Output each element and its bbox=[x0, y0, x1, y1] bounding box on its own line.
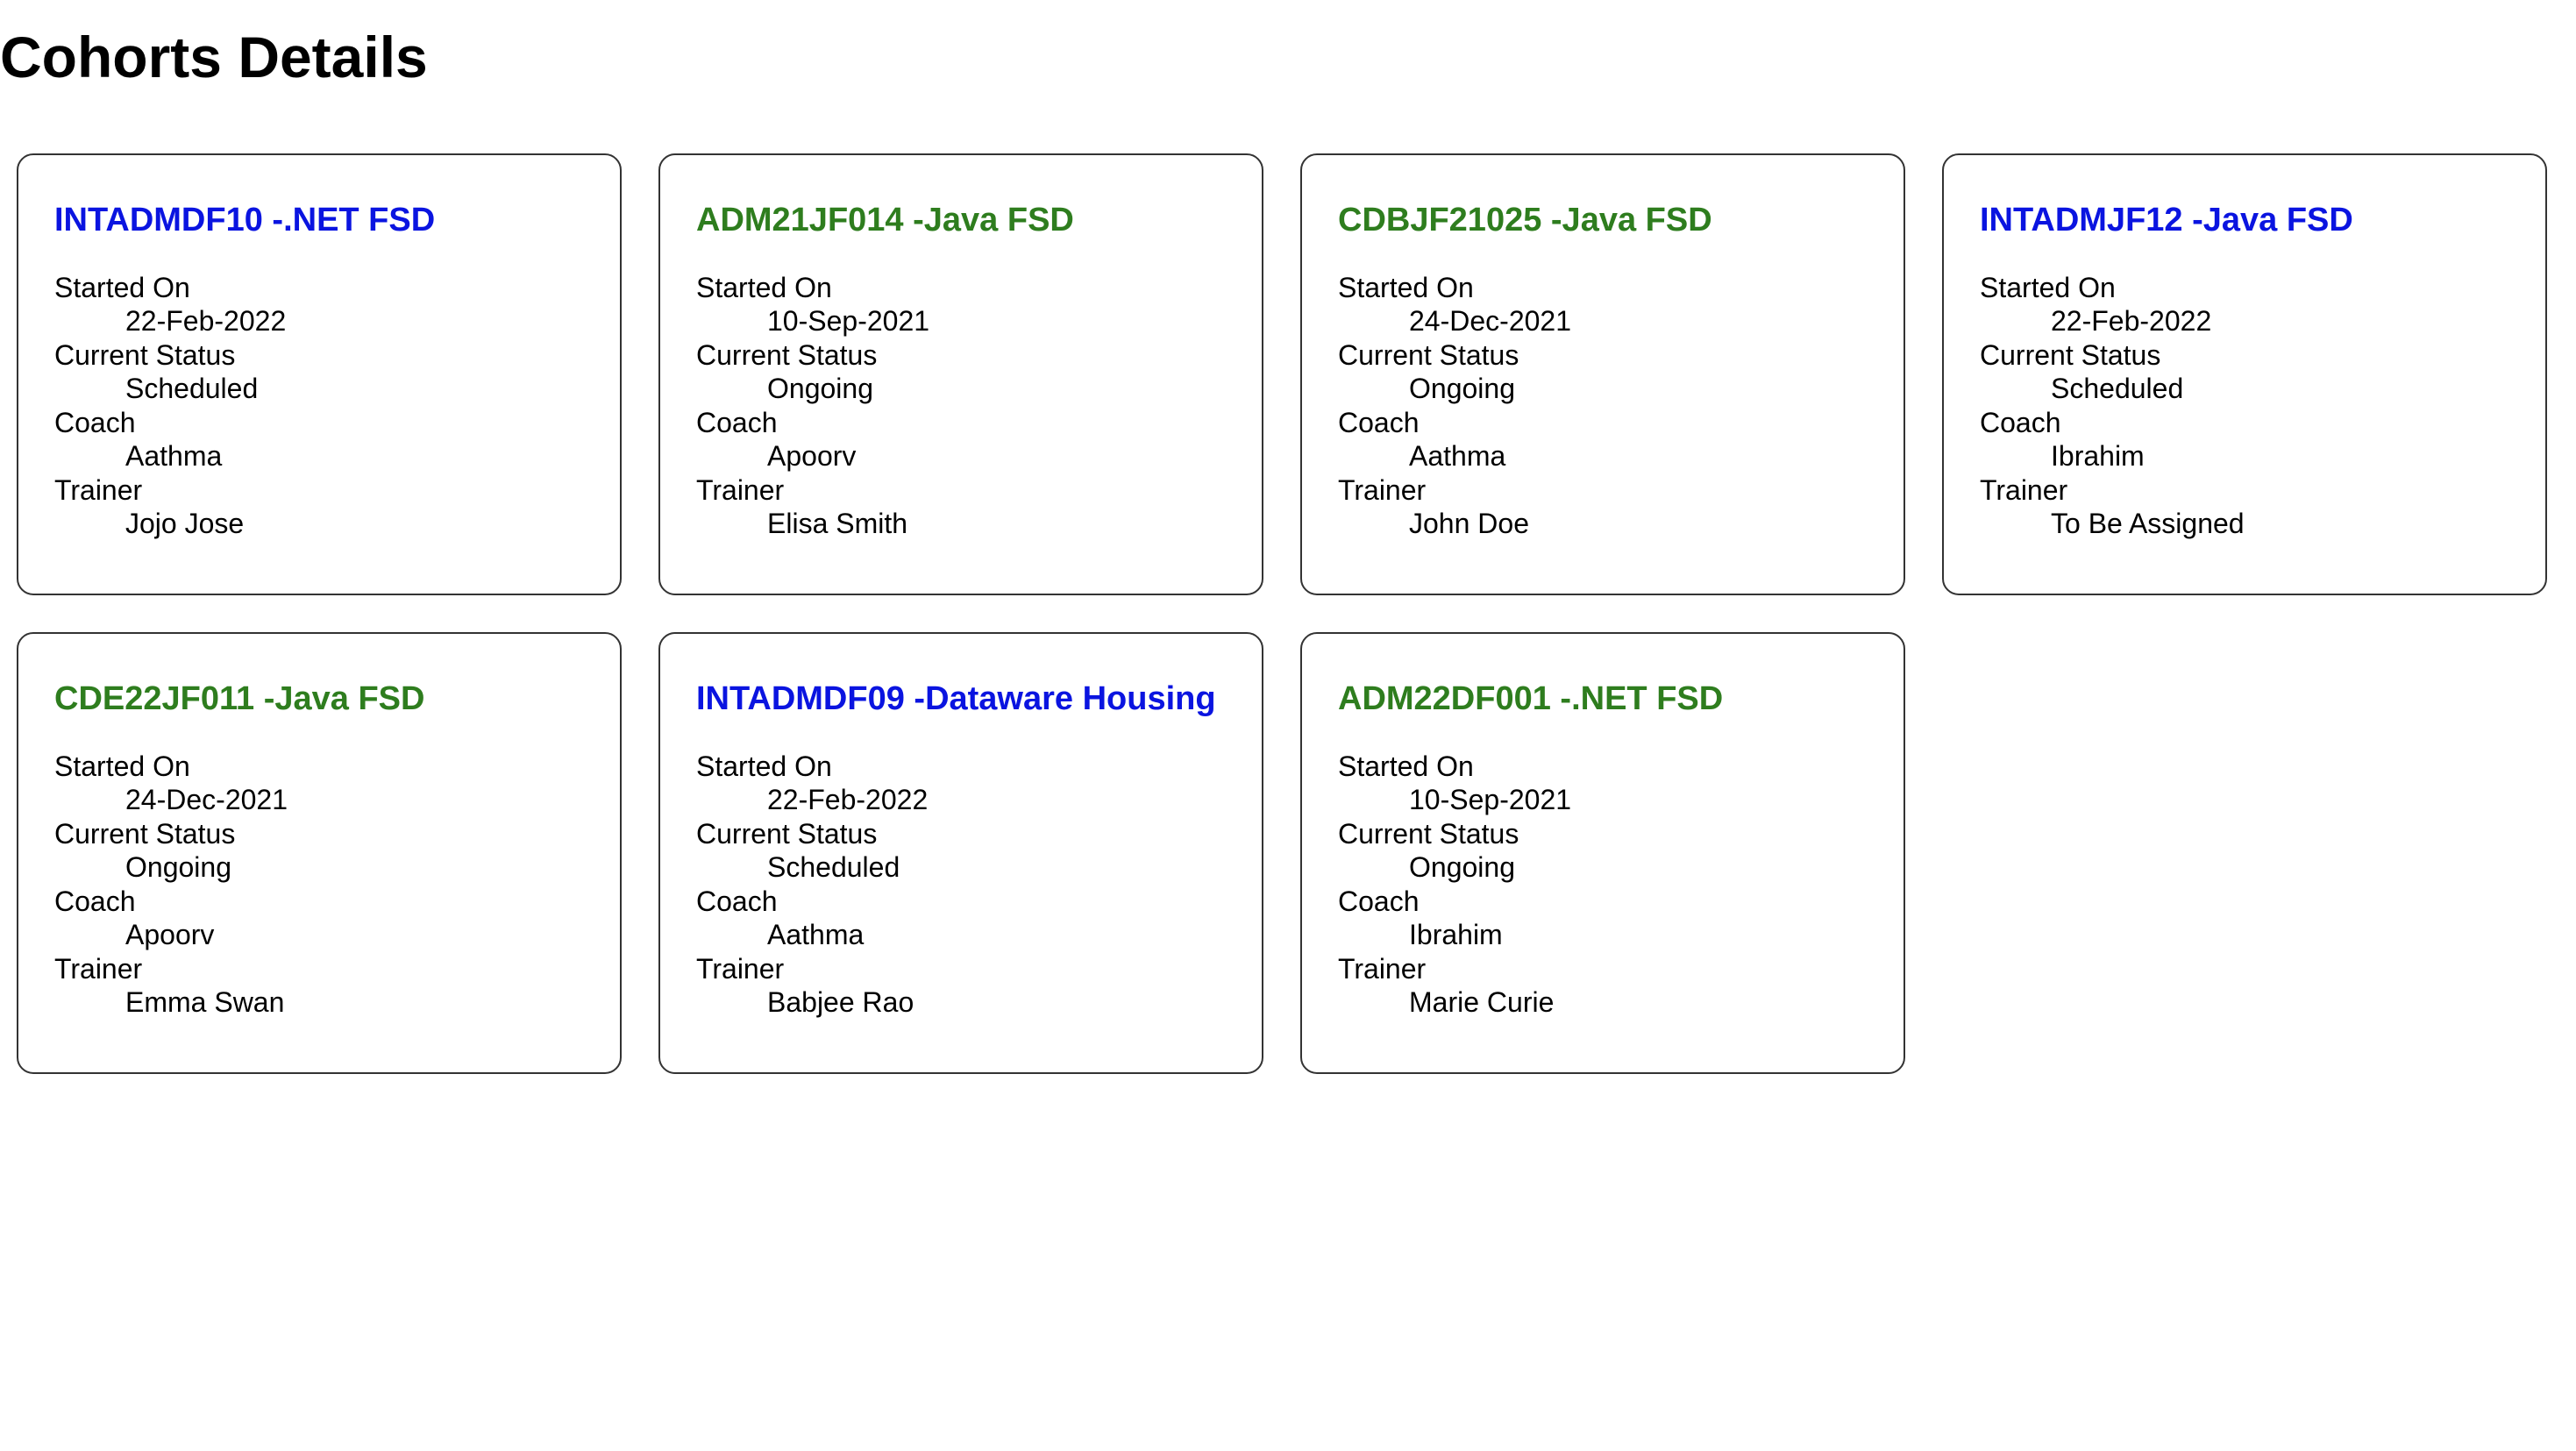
started-on-value: 24-Dec-2021 bbox=[125, 784, 288, 816]
cohort-details: Started On 24-Dec-2021 Current Status On… bbox=[54, 750, 620, 1020]
cohort-card: INTADMDF09 -Dataware Housing Started On … bbox=[658, 632, 1263, 1074]
trainer-label: Trainer bbox=[1338, 473, 1427, 506]
coach-label: Coach bbox=[1338, 406, 1420, 438]
coach-label: Coach bbox=[696, 406, 778, 438]
cohort-title: CDE22JF011 -Java FSD bbox=[54, 680, 425, 717]
started-on-label: Started On bbox=[696, 271, 832, 303]
current-status-value: Ongoing bbox=[767, 373, 873, 405]
current-status-label: Current Status bbox=[696, 338, 878, 371]
coach-value: Ibrahim bbox=[1409, 919, 1503, 951]
cohort-card: INTADMJF12 -Java FSD Started On 22-Feb-2… bbox=[1942, 153, 2547, 595]
started-on-label: Started On bbox=[1980, 271, 2116, 303]
started-on-value: 10-Sep-2021 bbox=[1409, 784, 1572, 816]
trainer-value: Jojo Jose bbox=[125, 508, 245, 540]
trainer-value: Emma Swan bbox=[125, 986, 285, 1019]
cohort-card: CDBJF21025 -Java FSD Started On 24-Dec-2… bbox=[1300, 153, 1905, 595]
started-on-value: 22-Feb-2022 bbox=[2051, 305, 2212, 338]
current-status-label: Current Status bbox=[1338, 817, 1519, 850]
trainer-value: Elisa Smith bbox=[767, 508, 908, 540]
cohort-title: INTADMJF12 -Java FSD bbox=[1980, 202, 2353, 238]
trainer-label: Trainer bbox=[54, 952, 143, 985]
coach-label: Coach bbox=[1980, 406, 2061, 438]
cohort-title: ADM21JF014 -Java FSD bbox=[696, 202, 1074, 238]
current-status-value: Ongoing bbox=[1409, 851, 1515, 884]
coach-label: Coach bbox=[696, 885, 778, 917]
cohort-details: Started On 10-Sep-2021 Current Status On… bbox=[1338, 750, 1904, 1020]
coach-value: Aathma bbox=[1409, 440, 1506, 473]
cohort-details: Started On 22-Feb-2022 Current Status Sc… bbox=[54, 271, 620, 541]
coach-label: Coach bbox=[54, 885, 136, 917]
trainer-value: John Doe bbox=[1409, 508, 1529, 540]
cohort-details: Started On 10-Sep-2021 Current Status On… bbox=[696, 271, 1262, 541]
trainer-value: Babjee Rao bbox=[767, 986, 914, 1019]
started-on-value: 10-Sep-2021 bbox=[767, 305, 930, 338]
trainer-label: Trainer bbox=[1338, 952, 1427, 985]
cohort-title: INTADMDF10 -.NET FSD bbox=[54, 202, 436, 238]
coach-value: Apoorv bbox=[767, 440, 857, 473]
coach-label: Coach bbox=[54, 406, 136, 438]
cohort-title: INTADMDF09 -Dataware Housing bbox=[696, 680, 1216, 717]
started-on-value: 22-Feb-2022 bbox=[125, 305, 287, 338]
coach-value: Apoorv bbox=[125, 919, 215, 951]
trainer-value: To Be Assigned bbox=[2051, 508, 2245, 540]
current-status-value: Ongoing bbox=[1409, 373, 1515, 405]
coach-value: Aathma bbox=[767, 919, 865, 951]
coach-value: Ibrahim bbox=[2051, 440, 2145, 473]
started-on-value: 24-Dec-2021 bbox=[1409, 305, 1571, 338]
current-status-label: Current Status bbox=[1980, 338, 2161, 371]
cohort-card: CDE22JF011 -Java FSD Started On 24-Dec-2… bbox=[17, 632, 622, 1074]
trainer-value: Marie Curie bbox=[1409, 986, 1555, 1019]
current-status-label: Current Status bbox=[54, 338, 236, 371]
cohort-title: CDBJF21025 -Java FSD bbox=[1338, 202, 1712, 238]
current-status-label: Current Status bbox=[696, 817, 878, 850]
started-on-label: Started On bbox=[1338, 750, 1474, 782]
current-status-label: Current Status bbox=[54, 817, 236, 850]
current-status-label: Current Status bbox=[1338, 338, 1519, 371]
started-on-label: Started On bbox=[54, 271, 190, 303]
started-on-label: Started On bbox=[1338, 271, 1474, 303]
page: Cohorts Details INTADMDF10 -.NET FSD Sta… bbox=[0, 0, 2576, 1451]
cohort-card: ADM21JF014 -Java FSD Started On 10-Sep-2… bbox=[658, 153, 1263, 595]
cohort-card: INTADMDF10 -.NET FSD Started On 22-Feb-2… bbox=[17, 153, 622, 595]
started-on-label: Started On bbox=[696, 750, 832, 782]
cohort-details: Started On 22-Feb-2022 Current Status Sc… bbox=[696, 750, 1262, 1020]
trainer-label: Trainer bbox=[696, 952, 785, 985]
cohort-grid: INTADMDF10 -.NET FSD Started On 22-Feb-2… bbox=[17, 153, 2547, 1074]
started-on-label: Started On bbox=[54, 750, 190, 782]
cohort-details: Started On 22-Feb-2022 Current Status Sc… bbox=[1980, 271, 2545, 541]
current-status-value: Scheduled bbox=[125, 373, 259, 405]
cohort-details: Started On 24-Dec-2021 Current Status On… bbox=[1338, 271, 1904, 541]
current-status-value: Scheduled bbox=[2051, 373, 2184, 405]
cohort-title: ADM22DF001 -.NET FSD bbox=[1338, 680, 1724, 717]
coach-label: Coach bbox=[1338, 885, 1420, 917]
current-status-value: Ongoing bbox=[125, 851, 231, 884]
trainer-label: Trainer bbox=[1980, 473, 2068, 506]
current-status-value: Scheduled bbox=[767, 851, 900, 884]
trainer-label: Trainer bbox=[696, 473, 785, 506]
page-title: Cohorts Details bbox=[0, 25, 428, 89]
started-on-value: 22-Feb-2022 bbox=[767, 784, 929, 816]
coach-value: Aathma bbox=[125, 440, 223, 473]
trainer-label: Trainer bbox=[54, 473, 143, 506]
cohort-card: ADM22DF001 -.NET FSD Started On 10-Sep-2… bbox=[1300, 632, 1905, 1074]
